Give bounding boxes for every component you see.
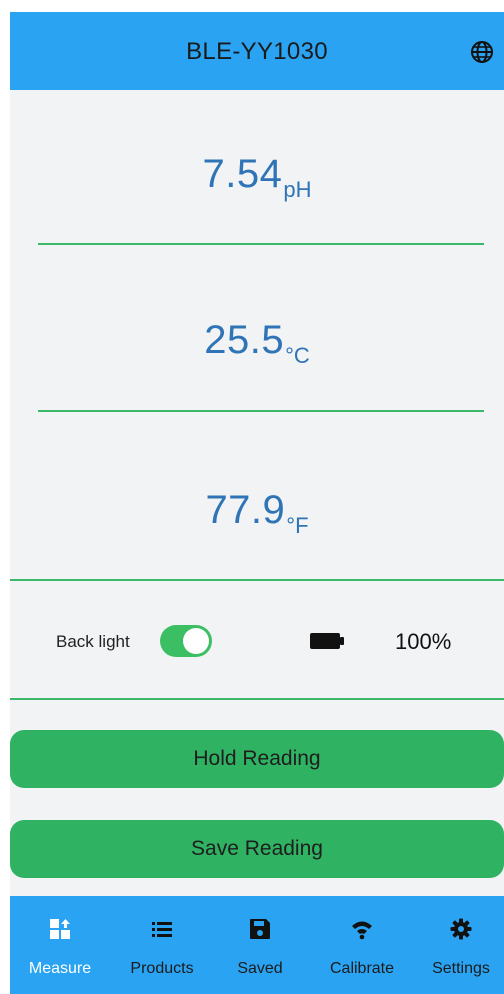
globe-icon[interactable] [470,40,494,64]
save-reading-button[interactable]: Save Reading [10,820,504,878]
fahrenheit-reading: 77.9°F [10,488,504,538]
divider [38,410,484,412]
tab-products[interactable]: Products [112,896,212,994]
tab-label: Products [130,960,194,977]
celsius-reading: 25.5°C [10,318,504,368]
tab-label: Saved [237,960,283,977]
tab-saved[interactable]: Saved [215,896,305,994]
celsius-value: 25.5 [204,318,285,362]
floppy-disk-icon [250,919,270,939]
measure-icon [50,919,70,939]
divider [10,698,504,700]
top-bar: BLE-YY1030 [10,12,504,90]
backlight-toggle[interactable] [160,625,212,657]
tab-label: Measure [28,960,92,977]
backlight-label: Back light [56,632,130,651]
bottom-tab-bar: Measure Products Saved Calibrate Setting… [10,896,504,994]
wifi-signal-icon [352,921,372,940]
tab-measure[interactable]: Measure [10,896,110,994]
fahrenheit-value: 77.9 [205,488,286,532]
celsius-unit: °C [285,343,310,368]
battery-percentage: 100% [395,629,452,654]
tab-label: Calibrate [329,960,395,977]
gear-icon [450,918,472,940]
list-icon [152,922,172,937]
ph-value: 7.54 [202,152,283,196]
ph-reading: 7.54pH [10,152,504,202]
hold-reading-button[interactable]: Hold Reading [10,730,504,788]
divider [38,243,484,245]
device-title: BLE-YY1030 [186,38,328,65]
app-screen: BLE-YY1030 7.54pH 25.5°C 77.9°F Back lig… [10,12,504,994]
ph-unit: pH [283,177,312,202]
toggle-knob [183,628,209,654]
status-row: Back light 100% [10,622,504,662]
fahrenheit-unit: °F [286,513,309,538]
battery-full-icon [310,633,344,649]
divider [10,579,504,581]
tab-settings[interactable]: Settings [418,896,504,994]
tab-calibrate[interactable]: Calibrate [317,896,407,994]
tab-label: Settings [432,960,490,977]
